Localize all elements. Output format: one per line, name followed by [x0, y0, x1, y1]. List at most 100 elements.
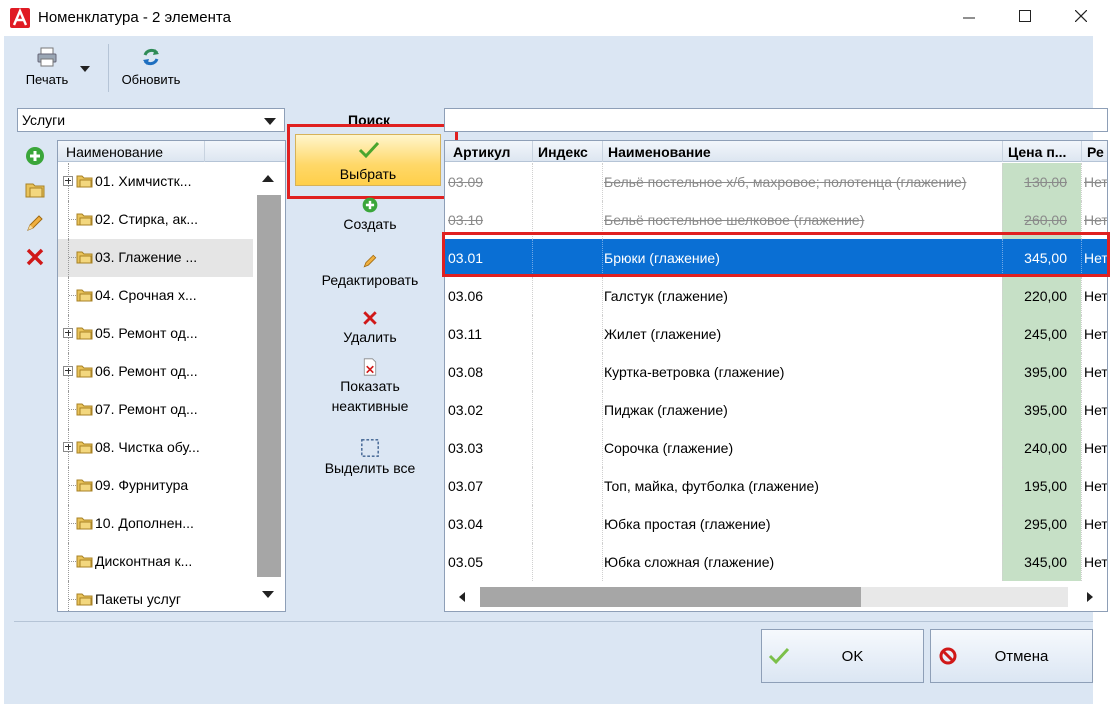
tree-item-label: 02. Стирка, ак... [95, 211, 199, 227]
cell-extra: Нет [1084, 402, 1108, 418]
cell-article: 03.05 [448, 554, 484, 570]
edit-button[interactable]: Редактировать [300, 252, 440, 288]
column-header-extra[interactable]: Ре [1087, 144, 1107, 160]
column-header-article[interactable]: Артикул [453, 144, 533, 160]
toolbar-separator [108, 44, 109, 92]
cell-divider [1081, 505, 1082, 543]
column-separator [1002, 141, 1003, 162]
tree-item-label: 01. Химчистк... [95, 173, 192, 189]
pencil-icon [363, 254, 377, 268]
expand-icon[interactable] [63, 328, 73, 338]
cancel-button[interactable]: Отмена [930, 629, 1093, 683]
refresh-button[interactable]: Обновить [118, 46, 184, 87]
table-row[interactable]: 03.05 Юбка сложная (глажение) 345,00 Нет [445, 543, 1108, 581]
scroll-thumb[interactable] [480, 587, 861, 607]
cell-extra: Нет [1084, 440, 1108, 456]
scroll-right-icon[interactable] [1087, 592, 1093, 602]
table-row[interactable]: 03.07 Топ, майка, футболка (глажение) 195,… [445, 467, 1107, 505]
table-row[interactable]: 03.03 Сорочка (глажение) 240,00 Нет [445, 429, 1108, 467]
table-row[interactable]: 03.11 Жилет (глажение) 245,00 Нет [445, 315, 1107, 353]
cell-divider [1081, 163, 1082, 201]
close-button[interactable] [1058, 2, 1104, 32]
folder-icon [76, 213, 93, 226]
print-button[interactable]: Печать [18, 46, 76, 87]
minimize-button[interactable] [946, 2, 992, 32]
highlight-select-button [287, 124, 458, 199]
expand-icon[interactable] [63, 366, 73, 376]
table-row[interactable]: 03.06 Галстук (глажение) 220,00 Нет [445, 277, 1107, 315]
delete-button[interactable]: Удалить [300, 309, 440, 345]
folder-icon[interactable] [24, 179, 46, 201]
folder-icon [76, 327, 93, 340]
cell-article: 03.07 [448, 478, 484, 494]
tree-item[interactable]: 03. Глажение ... [58, 239, 253, 277]
expand-icon[interactable] [63, 442, 73, 452]
cell-index [537, 353, 601, 391]
column-header-index[interactable]: Индекс [538, 144, 602, 160]
folder-icon [76, 555, 93, 568]
tree-scrollbar[interactable] [254, 163, 285, 611]
select-all-button[interactable]: Выделить все [300, 438, 440, 476]
cell-divider [532, 467, 533, 505]
table-row[interactable]: 03.09 Бельё постельное х/б, махровое; пол… [445, 163, 1107, 201]
tree-item[interactable]: Дисконтная к... [58, 543, 253, 581]
tree-item[interactable]: 08. Чистка обу... [58, 429, 253, 467]
cell-index [537, 505, 601, 543]
tree-item[interactable]: 01. Химчистк... [58, 163, 253, 201]
select-all-icon [361, 439, 379, 457]
grid-horizontal-scrollbar[interactable] [445, 583, 1107, 611]
tree-item[interactable]: 10. Дополнен... [58, 505, 253, 543]
maximize-icon [1019, 10, 1031, 22]
edit-label: Редактировать [321, 272, 419, 288]
cell-extra: Нет [1084, 554, 1108, 570]
tree-item-label: 08. Чистка обу... [95, 439, 200, 455]
cell-name: Юбка сложная (глажение) [604, 554, 775, 570]
create-button[interactable]: Создать [300, 196, 440, 232]
category-select[interactable]: Услуги [17, 108, 285, 132]
edit-category-icon[interactable] [24, 212, 46, 234]
cell-divider [532, 315, 533, 353]
tree-item[interactable]: 06. Ремонт од... [58, 353, 253, 391]
cell-divider [1081, 353, 1082, 391]
cell-price: 130,00 [1024, 174, 1067, 190]
scroll-thumb[interactable] [257, 195, 281, 577]
tree-line [68, 239, 69, 277]
scroll-down-icon[interactable] [262, 591, 274, 598]
tree-item[interactable]: 04. Срочная х... [58, 277, 253, 315]
cell-name: Пиджак (глажение) [604, 402, 728, 418]
refresh-icon [143, 48, 159, 66]
table-row[interactable]: 03.04 Юбка простая (глажение) 295,00 Нет [445, 505, 1107, 543]
tree-item[interactable]: 05. Ремонт од... [58, 315, 253, 353]
cell-divider [1081, 315, 1082, 353]
column-header-name[interactable]: Наименование [608, 144, 998, 160]
cell-divider [602, 467, 603, 505]
scroll-left-icon[interactable] [459, 592, 465, 602]
add-category-icon[interactable] [24, 145, 46, 167]
cell-divider [532, 429, 533, 467]
cell-divider [1081, 429, 1082, 467]
folder-icon [76, 289, 93, 302]
tree-item[interactable]: 07. Ремонт од... [58, 391, 253, 429]
table-row[interactable]: 03.08 Куртка-ветровка (глажение) 395,00 Нет [445, 353, 1108, 391]
maximize-button[interactable] [1002, 2, 1048, 32]
select-all-label: Выделить все [324, 460, 416, 476]
cell-index [537, 543, 601, 581]
cell-price: 240,00 [1024, 440, 1067, 456]
print-dropdown-arrow-icon[interactable] [80, 66, 90, 72]
tree-header-label: Наименование [66, 144, 164, 160]
cell-article: 03.11 [448, 326, 482, 342]
scroll-up-icon[interactable] [262, 175, 274, 182]
table-row[interactable]: 03.02 Пиджак (глажение) 395,00 Нет [445, 391, 1108, 429]
tree-item[interactable]: 09. Фурнитура [58, 467, 253, 505]
column-header-price[interactable]: Цена п... [1008, 144, 1078, 160]
expand-icon[interactable] [63, 176, 73, 186]
tree-item[interactable]: Пакеты услуг [58, 581, 253, 611]
delete-category-icon[interactable] [24, 246, 46, 268]
ok-button[interactable]: OK [761, 629, 924, 683]
show-inactive-button[interactable]: Показать неактивные [300, 358, 440, 416]
search-input[interactable] [444, 108, 1108, 132]
tree-item[interactable]: 02. Стирка, ак... [58, 201, 253, 239]
cell-extra: Нет [1084, 364, 1108, 380]
add-icon [362, 197, 378, 213]
cell-divider [1081, 543, 1082, 581]
